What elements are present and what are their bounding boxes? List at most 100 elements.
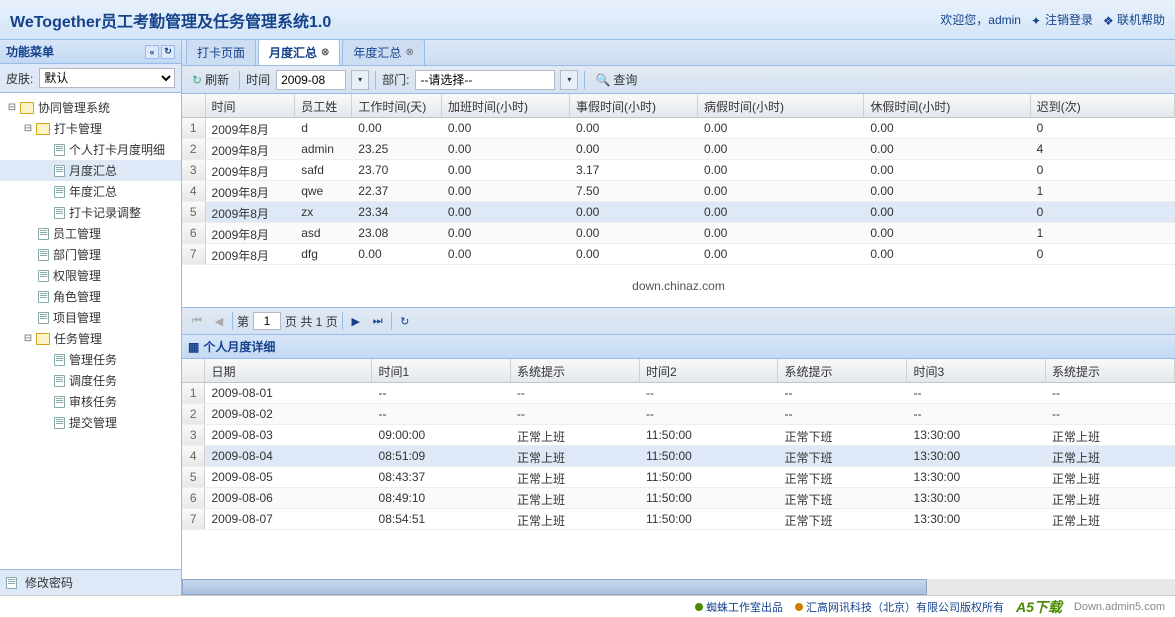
tab[interactable]: 打卡页面: [186, 40, 256, 65]
row-number: 6: [182, 488, 205, 508]
col-vacation[interactable]: 休假时间(小时): [864, 94, 1030, 117]
col-ot[interactable]: 加班时间(小时): [442, 94, 570, 117]
cell: 0: [1031, 118, 1175, 138]
col-hint3[interactable]: 系统提示: [1046, 359, 1175, 382]
table-row[interactable]: 6 2009年8月 asd 23.08 0.00 0.00 0.00 0.00 …: [182, 223, 1175, 244]
studio-link[interactable]: 蜘蛛工作室出品: [695, 599, 783, 615]
tree-node[interactable]: 月度汇总: [0, 160, 181, 181]
col-sick-leave[interactable]: 病假时间(小时): [698, 94, 864, 117]
search-button[interactable]: 🔍查询: [591, 69, 641, 90]
tree-node[interactable]: 调度任务: [0, 370, 181, 391]
tree-label: 协同管理系统: [38, 99, 110, 116]
tree-label: 项目管理: [53, 309, 101, 326]
tree-node[interactable]: 审核任务: [0, 391, 181, 412]
pager-prev-icon[interactable]: ◀: [210, 312, 228, 330]
cell: 2009年8月: [206, 202, 296, 222]
table-row[interactable]: 4 2009年8月 qwe 22.37 0.00 7.50 0.00 0.00 …: [182, 181, 1175, 202]
cell: 0.00: [352, 118, 442, 138]
col-time2[interactable]: 时间2: [640, 359, 779, 382]
table-row[interactable]: 3 2009年8月 safd 23.70 0.00 3.17 0.00 0.00…: [182, 160, 1175, 181]
horizontal-scrollbar[interactable]: [182, 579, 1175, 595]
time-input[interactable]: [276, 70, 346, 90]
tree-node[interactable]: 个人打卡月度明细: [0, 139, 181, 160]
skin-select[interactable]: 默认: [39, 68, 175, 88]
tree-node[interactable]: ⊟打卡管理: [0, 118, 181, 139]
row-number: 1: [182, 383, 205, 403]
dept-dropdown-icon[interactable]: ▾: [560, 70, 578, 90]
change-password-link[interactable]: 修改密码: [0, 569, 181, 595]
cell: 正常下班: [779, 509, 908, 529]
cell: 2009-08-05: [205, 467, 372, 487]
tab[interactable]: 年度汇总⊗: [342, 40, 424, 65]
col-late[interactable]: 迟到(次): [1031, 94, 1175, 117]
cell: 23.25: [352, 139, 442, 159]
tree-node[interactable]: 打卡记录调整: [0, 202, 181, 223]
tree-node[interactable]: 项目管理: [0, 307, 181, 328]
collapse-left-icon[interactable]: «: [145, 45, 159, 59]
cell: 0.00: [864, 202, 1030, 222]
tree-node[interactable]: 部门管理: [0, 244, 181, 265]
cell: 3.17: [570, 160, 698, 180]
col-time[interactable]: 时间: [206, 94, 296, 117]
document-icon: [54, 396, 65, 408]
toggle-icon[interactable]: ⊟: [22, 123, 34, 135]
pager-page-input[interactable]: [253, 312, 281, 330]
company-link[interactable]: 汇高网讯科技（北京）有限公司版权所有: [795, 599, 1004, 615]
cell: 正常下班: [779, 446, 908, 466]
pager-first-icon[interactable]: ⏮: [188, 312, 206, 330]
table-row[interactable]: 4 2009-08-04 08:51:09 正常上班 11:50:00 正常下班…: [182, 446, 1175, 467]
col-hint1[interactable]: 系统提示: [511, 359, 640, 382]
folder-icon: [36, 333, 50, 345]
cell: 13:30:00: [908, 488, 1047, 508]
table-row[interactable]: 1 2009-08-01 -- -- -- -- -- --: [182, 383, 1175, 404]
pager-last-icon[interactable]: ⏭: [369, 312, 387, 330]
table-row[interactable]: 7 2009-08-07 08:54:51 正常上班 11:50:00 正常下班…: [182, 509, 1175, 530]
col-date[interactable]: 日期: [205, 359, 372, 382]
tree-node[interactable]: 权限管理: [0, 265, 181, 286]
cell: 0.00: [698, 118, 864, 138]
pager-next-icon[interactable]: ▶: [347, 312, 365, 330]
dept-select[interactable]: [415, 70, 555, 90]
tree-node[interactable]: 年度汇总: [0, 181, 181, 202]
refresh-button[interactable]: ↻刷新: [188, 69, 233, 90]
tab-close-icon[interactable]: ⊗: [405, 47, 413, 58]
table-row[interactable]: 6 2009-08-06 08:49:10 正常上班 11:50:00 正常下班…: [182, 488, 1175, 509]
cell: 0.00: [698, 181, 864, 201]
row-number: 5: [182, 467, 205, 487]
col-personal-leave[interactable]: 事假时间(小时): [570, 94, 698, 117]
logout-link[interactable]: ✦注销登录: [1031, 11, 1093, 28]
col-work[interactable]: 工作时间(天): [352, 94, 442, 117]
table-row[interactable]: 2 2009-08-02 -- -- -- -- -- --: [182, 404, 1175, 425]
toggle-icon[interactable]: ⊟: [6, 102, 18, 114]
tree-node[interactable]: 角色管理: [0, 286, 181, 307]
cell: 0.00: [570, 223, 698, 243]
col-hint2[interactable]: 系统提示: [778, 359, 907, 382]
col-time3[interactable]: 时间3: [907, 359, 1046, 382]
tree-node[interactable]: 提交管理: [0, 412, 181, 433]
pager-suffix: 页 共 1 页: [285, 313, 338, 330]
help-link[interactable]: ❖联机帮助: [1103, 11, 1165, 28]
pager-refresh-icon[interactable]: ↻: [396, 312, 414, 330]
tree-node[interactable]: ⊟任务管理: [0, 328, 181, 349]
tab-close-icon[interactable]: ⊗: [321, 47, 329, 58]
domain-text: Down.admin5.com: [1074, 601, 1165, 613]
tab[interactable]: 月度汇总⊗: [258, 40, 340, 65]
table-row[interactable]: 5 2009-08-05 08:43:37 正常上班 11:50:00 正常下班…: [182, 467, 1175, 488]
table-row[interactable]: 1 2009年8月 d 0.00 0.00 0.00 0.00 0.00 0: [182, 118, 1175, 139]
table-row[interactable]: 5 2009年8月 zx 23.34 0.00 0.00 0.00 0.00 0: [182, 202, 1175, 223]
col-time1[interactable]: 时间1: [372, 359, 511, 382]
table-row[interactable]: 2 2009年8月 admin 23.25 0.00 0.00 0.00 0.0…: [182, 139, 1175, 160]
table-row[interactable]: 3 2009-08-03 09:00:00 正常上班 11:50:00 正常下班…: [182, 425, 1175, 446]
cell: 11:50:00: [640, 488, 779, 508]
table-row[interactable]: 7 2009年8月 dfg 0.00 0.00 0.00 0.00 0.00 0: [182, 244, 1175, 265]
col-name[interactable]: 员工姓名: [295, 94, 352, 117]
toggle-icon[interactable]: ⊟: [22, 333, 34, 345]
cell: 0.00: [442, 244, 570, 264]
tree-node[interactable]: 管理任务: [0, 349, 181, 370]
tree-node[interactable]: 员工管理: [0, 223, 181, 244]
time-dropdown-icon[interactable]: ▾: [351, 70, 369, 90]
cell: 正常上班: [1046, 509, 1175, 529]
refresh-panel-icon[interactable]: ↻: [161, 45, 175, 59]
tree-node[interactable]: ⊟ 协同管理系统: [0, 97, 181, 118]
cell: 0.00: [864, 244, 1030, 264]
